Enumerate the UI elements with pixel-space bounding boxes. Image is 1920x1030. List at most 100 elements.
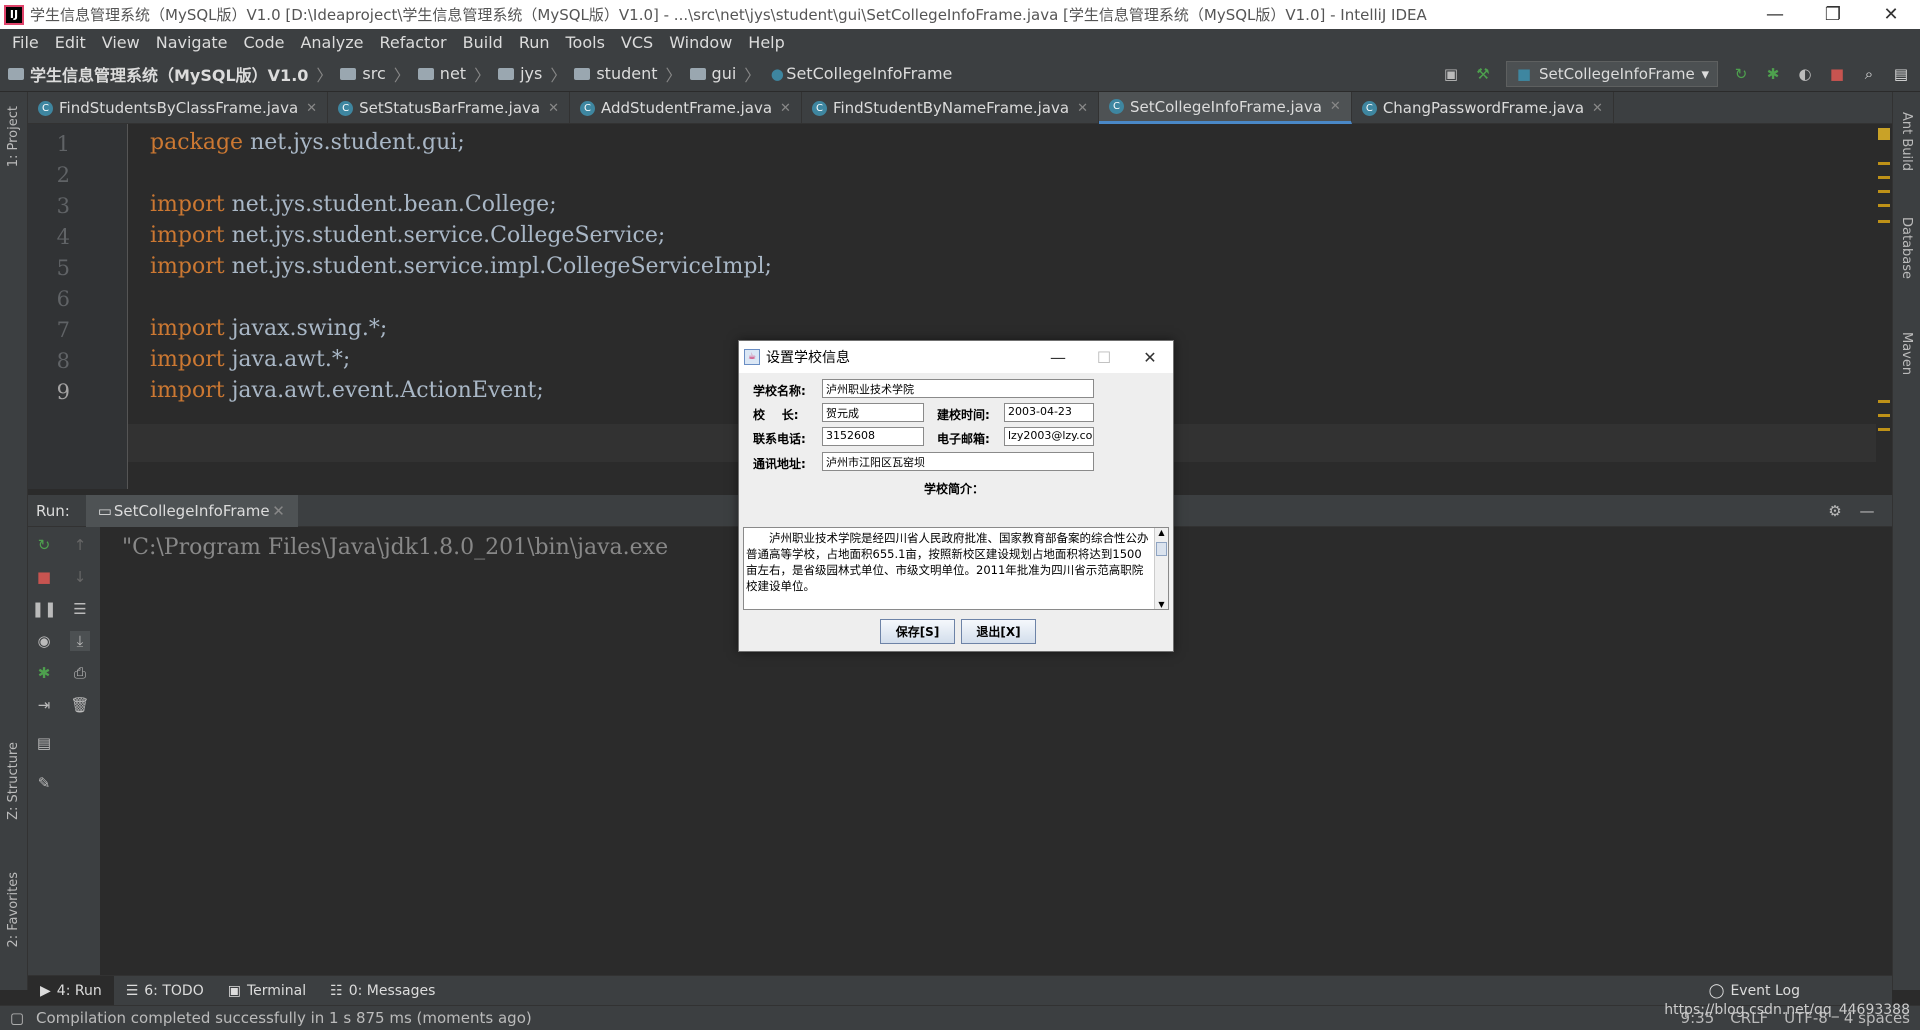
tab-findstudentbynameframe[interactable]: C FindStudentByNameFrame.java ✕ bbox=[802, 92, 1099, 124]
founded-date-field[interactable]: 2003-04-23 bbox=[1004, 403, 1094, 422]
more-icon[interactable]: ▤ bbox=[1892, 65, 1910, 83]
breadcrumb-net[interactable]: net 〉 bbox=[417, 62, 490, 86]
menu-analyze[interactable]: Analyze bbox=[292, 33, 371, 52]
breadcrumb-class[interactable]: ● SetCollegeInfoFrame bbox=[768, 64, 953, 83]
college-name-field[interactable]: 泸州职业技术学院 bbox=[822, 379, 1094, 398]
stop-icon[interactable]: ■ bbox=[1828, 65, 1846, 83]
menu-vcs[interactable]: VCS bbox=[613, 33, 661, 52]
stop-icon[interactable]: ■ bbox=[34, 567, 54, 587]
code-line: import javax.swing.*; bbox=[150, 316, 388, 341]
scroll-down-icon[interactable]: ▼ bbox=[1155, 600, 1168, 609]
error-stripe[interactable] bbox=[1876, 124, 1892, 489]
set-college-info-dialog: ☕ 设置学校信息 — ☐ ✕ 学校名称: 泸州职业技术学院 校 长: 贺元成 建… bbox=[738, 340, 1174, 652]
rerun-icon[interactable]: ↻ bbox=[34, 535, 54, 555]
pause-icon[interactable]: ❚❚ bbox=[31, 599, 56, 619]
run-configuration-select[interactable]: ■ SetCollegeInfoFrame ▾ bbox=[1506, 61, 1718, 87]
email-field[interactable]: lzy2003@lzy.com bbox=[1004, 427, 1094, 446]
close-tab-icon[interactable]: ✕ bbox=[1592, 101, 1603, 116]
scroll-to-end-icon[interactable]: ⤓ bbox=[70, 631, 90, 651]
camera-icon[interactable]: ◉ bbox=[34, 631, 54, 651]
menu-refactor[interactable]: Refactor bbox=[372, 33, 455, 52]
menu-window[interactable]: Window bbox=[661, 33, 740, 52]
menu-tools[interactable]: Tools bbox=[558, 33, 613, 52]
menu-help[interactable]: Help bbox=[740, 33, 792, 52]
print-icon[interactable]: ⎙ bbox=[70, 663, 90, 683]
breadcrumb-gui[interactable]: gui 〉 bbox=[689, 62, 760, 86]
close-tab-icon[interactable]: ✕ bbox=[1330, 99, 1341, 114]
debug-icon[interactable]: ✱ bbox=[1764, 65, 1782, 83]
ant-build-tool-tab[interactable]: Ant Build bbox=[1899, 112, 1914, 171]
structure-tool-tab[interactable]: Z: Structure bbox=[6, 742, 21, 820]
tab-todo[interactable]: ☰ 6: TODO bbox=[114, 976, 216, 1006]
restore-button[interactable]: ❐ bbox=[1804, 4, 1862, 25]
minimize-button[interactable]: — bbox=[1746, 4, 1804, 25]
dialog-maximize-button[interactable]: ☐ bbox=[1081, 348, 1127, 367]
menu-run[interactable]: Run bbox=[511, 33, 558, 52]
close-window-button[interactable]: ✕ bbox=[1862, 4, 1920, 25]
dialog-minimize-button[interactable]: — bbox=[1035, 348, 1081, 367]
tab-run[interactable]: ▶ 4: Run bbox=[28, 975, 114, 1006]
save-button[interactable]: 保存[S] bbox=[880, 619, 955, 644]
breadcrumb-student[interactable]: student 〉 bbox=[574, 62, 682, 86]
menu-view[interactable]: View bbox=[94, 33, 148, 52]
intro-label: 学校简介： bbox=[924, 482, 985, 496]
tab-addstudentframe[interactable]: C AddStudentFrame.java ✕ bbox=[570, 92, 802, 124]
address-label: 通讯地址: bbox=[753, 457, 806, 471]
close-tab-icon[interactable]: ✕ bbox=[780, 101, 791, 116]
breadcrumb-jys[interactable]: jys 〉 bbox=[498, 62, 566, 86]
project-structure-icon[interactable]: ▣ bbox=[1442, 65, 1460, 83]
exit-button[interactable]: 退出[X] bbox=[961, 619, 1036, 644]
intro-scrollbar[interactable]: ▲ ▼ bbox=[1154, 528, 1168, 609]
minimize-panel-icon[interactable]: — bbox=[1858, 502, 1876, 520]
event-log-button[interactable]: ◯ Event Log bbox=[1697, 976, 1812, 1006]
favorites-tool-tab[interactable]: 2: Favorites bbox=[6, 872, 21, 948]
breadcrumb-project[interactable]: 学生信息管理系统（MySQL版）V1.0 〉 bbox=[8, 62, 332, 86]
coverage-icon[interactable]: ◐ bbox=[1796, 65, 1814, 83]
down-arrow-icon[interactable]: ↓ bbox=[70, 567, 90, 587]
database-tool-tab[interactable]: Database bbox=[1899, 217, 1914, 279]
president-field[interactable]: 贺元成 bbox=[822, 403, 924, 422]
tab-setstatusbarframe[interactable]: C SetStatusBarFrame.java ✕ bbox=[328, 92, 570, 124]
tab-terminal[interactable]: ▣ Terminal bbox=[216, 976, 318, 1006]
pin-icon[interactable]: ✎ bbox=[34, 773, 54, 793]
gear-icon[interactable]: ⚙ bbox=[1826, 502, 1844, 520]
java-icon: ☕ bbox=[744, 349, 760, 365]
rerun-icon[interactable]: ↻ bbox=[1732, 65, 1750, 83]
tab-setcollegeinfoframe[interactable]: C SetCollegeInfoFrame.java ✕ bbox=[1098, 92, 1352, 124]
close-tab-icon[interactable]: ✕ bbox=[306, 101, 317, 116]
search-icon[interactable]: ⌕ bbox=[1860, 65, 1878, 83]
code-line: import net.jys.student.service.CollegeSe… bbox=[150, 223, 666, 248]
address-field[interactable]: 泸州市江阳区瓦窑坝 bbox=[822, 452, 1094, 471]
intro-textarea[interactable]: 泸州职业技术学院是经四川省人民政府批准、国家教育部备案的综合性公办普通高等学校，… bbox=[743, 527, 1169, 610]
layout-icon[interactable]: ▤ bbox=[34, 733, 54, 753]
up-arrow-icon[interactable]: ↑ bbox=[70, 535, 90, 555]
tab-changpasswordframe[interactable]: C ChangPasswordFrame.java ✕ bbox=[1352, 92, 1614, 124]
scroll-up-icon[interactable]: ▲ bbox=[1155, 528, 1168, 537]
maven-tool-tab[interactable]: Maven bbox=[1899, 332, 1914, 375]
menu-code[interactable]: Code bbox=[236, 33, 293, 52]
debug-icon[interactable]: ✱ bbox=[34, 663, 54, 683]
warning-indicator-icon[interactable] bbox=[1878, 128, 1890, 140]
tab-messages[interactable]: ☷ 0: Messages bbox=[318, 976, 447, 1006]
class-icon: C bbox=[338, 100, 354, 116]
build-hammer-icon[interactable]: ⚒ bbox=[1474, 65, 1492, 83]
bottom-tool-tabs: ▶ 4: Run ☰ 6: TODO ▣ Terminal ☷ 0: Messages … bbox=[28, 975, 1892, 1006]
tab-findstudentsbyclassframe[interactable]: C FindStudentsByClassFrame.java ✕ bbox=[28, 92, 329, 124]
trash-icon[interactable]: 🗑 bbox=[70, 695, 90, 715]
menu-edit[interactable]: Edit bbox=[47, 33, 94, 52]
menu-file[interactable]: File bbox=[4, 33, 47, 52]
close-tab-icon[interactable]: ✕ bbox=[1077, 101, 1088, 116]
menu-build[interactable]: Build bbox=[455, 33, 511, 52]
dialog-close-button[interactable]: ✕ bbox=[1127, 348, 1173, 367]
phone-field[interactable]: 3152608 bbox=[822, 427, 924, 446]
scroll-thumb[interactable] bbox=[1156, 542, 1167, 556]
status-window-icon[interactable]: ▢ bbox=[8, 1009, 26, 1027]
menu-navigate[interactable]: Navigate bbox=[148, 33, 236, 52]
run-tab-setcollegeinfoframe[interactable]: ▭ SetCollegeInfoFrame ✕ bbox=[85, 494, 298, 527]
close-tab-icon[interactable]: ✕ bbox=[270, 502, 288, 520]
exit-icon[interactable]: ⇥ bbox=[34, 695, 54, 715]
breadcrumb-src[interactable]: src 〉 bbox=[340, 62, 410, 86]
project-tool-tab[interactable]: 1: Project bbox=[6, 106, 21, 167]
close-tab-icon[interactable]: ✕ bbox=[548, 101, 559, 116]
soft-wrap-icon[interactable]: ☰ bbox=[70, 599, 90, 619]
